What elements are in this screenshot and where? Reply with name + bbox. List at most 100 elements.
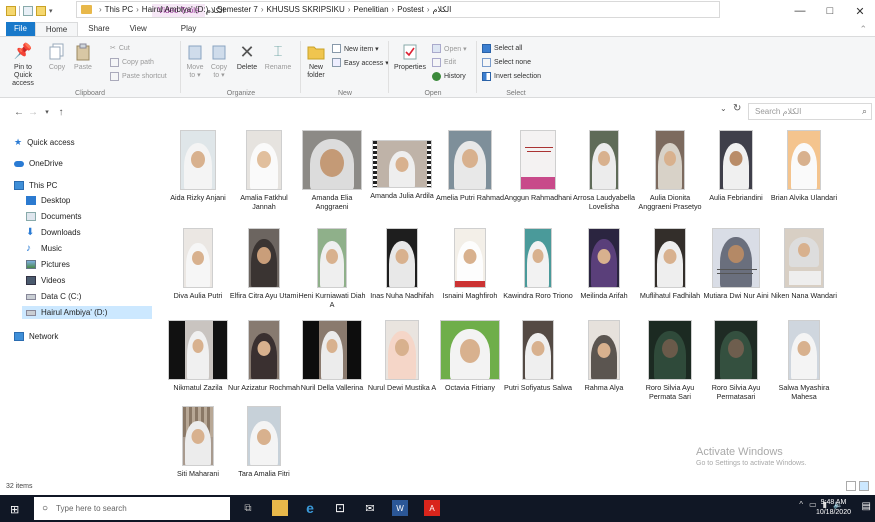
- tab-share[interactable]: Share: [78, 22, 119, 36]
- file-item[interactable]: Elfira Citra Ayu Utami: [228, 228, 300, 300]
- easy-access-button[interactable]: Easy access ▾: [332, 58, 389, 67]
- file-item[interactable]: Amalia Fatkhul Jannah: [228, 130, 300, 211]
- nav-item-drive-c[interactable]: Data C (C:): [26, 290, 81, 303]
- copy-button[interactable]: Copy: [46, 42, 68, 72]
- address-dropdown-icon[interactable]: ⌄: [720, 104, 727, 113]
- breadcrumb-semester-7[interactable]: Semester 7: [217, 5, 258, 14]
- search-input[interactable]: Search الكلام ⌕: [748, 103, 872, 120]
- search-icon[interactable]: ⌕: [862, 106, 867, 117]
- mail-icon[interactable]: ✉: [362, 500, 378, 516]
- file-item[interactable]: Salwa Myashira Mahesa: [768, 320, 840, 401]
- refresh-icon[interactable]: ↻: [733, 103, 741, 114]
- breadcrumb-drive-d[interactable]: Hairul Ambiya' (D:): [142, 5, 208, 14]
- file-item[interactable]: Amanda Julia Ardila: [366, 140, 438, 200]
- tab-home[interactable]: Home: [34, 22, 79, 36]
- back-arrow-icon[interactable]: ←: [12, 107, 26, 118]
- file-item[interactable]: Diva Aulia Putri: [162, 228, 234, 300]
- invert-selection-button[interactable]: Invert selection: [482, 72, 541, 81]
- recent-locations-icon[interactable]: ▾: [40, 108, 54, 116]
- file-item[interactable]: Amanda Elia Anggraeni: [296, 130, 368, 211]
- large-icons-view-icon[interactable]: [859, 481, 869, 491]
- nav-item-music[interactable]: ♪ Music: [26, 242, 62, 255]
- file-item[interactable]: Nur Azizatur Rochmah: [228, 320, 300, 392]
- properties-icon[interactable]: [23, 6, 33, 16]
- file-item[interactable]: Anggun Rahmadhani: [502, 130, 574, 202]
- new-folder-icon[interactable]: [36, 6, 46, 16]
- word-icon[interactable]: W: [392, 500, 408, 516]
- file-item[interactable]: Aida Rizky Anjani: [162, 130, 234, 202]
- file-item[interactable]: Amelia Putri Rahmad: [434, 130, 506, 202]
- close-button[interactable]: ✕: [845, 0, 875, 22]
- tab-play[interactable]: Play: [171, 22, 207, 36]
- file-item[interactable]: Kawindra Roro Triono: [502, 228, 574, 300]
- file-item[interactable]: Tara Amalia Fitri: [228, 406, 300, 478]
- file-item[interactable]: Nuril Della Vallerina: [296, 320, 368, 392]
- file-item[interactable]: Putri Sofiyatus Salwa: [502, 320, 574, 392]
- new-folder-button[interactable]: New folder: [304, 42, 328, 80]
- store-icon[interactable]: ⊡: [332, 500, 348, 516]
- chevron-right-icon[interactable]: ›: [348, 5, 351, 14]
- nav-item-documents[interactable]: Documents: [26, 210, 81, 223]
- file-item[interactable]: Meilinda Arifah: [568, 228, 640, 300]
- nav-item-onedrive[interactable]: OneDrive: [14, 157, 63, 170]
- file-item[interactable]: Aulia Febriandini: [700, 130, 772, 202]
- chevron-up-icon[interactable]: ^: [799, 500, 803, 509]
- up-arrow-icon[interactable]: ↑: [54, 107, 68, 118]
- breadcrumb-this-pc[interactable]: This PC: [105, 5, 133, 14]
- file-item[interactable]: Niken Nana Wandari: [768, 228, 840, 300]
- windows-start-icon[interactable]: ⊞: [10, 503, 19, 516]
- file-explorer-icon[interactable]: [272, 500, 288, 516]
- delete-button[interactable]: ✕ Delete: [234, 42, 260, 72]
- file-item[interactable]: Roro Silvia Ayu Permata Sari: [634, 320, 706, 401]
- file-item[interactable]: Octavia Fitriany: [434, 320, 506, 392]
- customize-qat-icon[interactable]: ▾: [49, 7, 53, 15]
- minimize-button[interactable]: —: [785, 0, 815, 22]
- open-button[interactable]: Open ▾: [432, 44, 467, 53]
- maximize-button[interactable]: □: [815, 0, 845, 22]
- taskbar-search-input[interactable]: ○ Type here to search: [34, 497, 230, 520]
- nav-item-quick-access[interactable]: ★ Quick access: [14, 136, 75, 149]
- ribbon-expand-icon[interactable]: ⌃: [859, 24, 867, 35]
- select-none-button[interactable]: Select none: [482, 58, 531, 67]
- nav-item-videos[interactable]: Videos: [26, 274, 65, 287]
- edge-icon[interactable]: e: [302, 500, 318, 516]
- file-item[interactable]: Isnaini Maghfiroh: [434, 228, 506, 300]
- file-item[interactable]: Arrosa Laudyabella Lovelisha: [568, 130, 640, 211]
- new-item-button[interactable]: New item ▾: [332, 44, 379, 53]
- properties-button[interactable]: Properties: [392, 42, 428, 72]
- chevron-right-icon[interactable]: ›: [427, 5, 430, 14]
- address-bar[interactable]: › This PC › Hairul Ambiya' (D:) › Semest…: [76, 1, 720, 18]
- breadcrumb-postest[interactable]: Postest: [397, 5, 424, 14]
- file-item[interactable]: Brian Alvika Ulandari: [768, 130, 840, 202]
- paste-button[interactable]: Paste: [72, 42, 94, 72]
- edit-button[interactable]: Edit: [432, 58, 456, 67]
- nav-item-pictures[interactable]: Pictures: [26, 258, 70, 271]
- breadcrumb-penelitian[interactable]: Penelitian: [353, 5, 388, 14]
- file-item[interactable]: Mutiara Dwi Nur Aini: [700, 228, 772, 300]
- task-view-icon[interactable]: ⧉: [240, 500, 256, 516]
- file-item[interactable]: Muflihatul Fadhilah: [634, 228, 706, 300]
- copy-path-button[interactable]: Copy path: [110, 58, 154, 67]
- chevron-right-icon[interactable]: ›: [261, 5, 264, 14]
- pdf-icon[interactable]: A: [424, 500, 440, 516]
- history-button[interactable]: History: [432, 72, 466, 81]
- breadcrumb-khusus-skripsiku[interactable]: KHUSUS SKRIPSIKU: [266, 5, 344, 14]
- rename-button[interactable]: ⌶ Rename: [264, 42, 292, 72]
- file-item[interactable]: Nurul Dewi Mustika A: [366, 320, 438, 392]
- notifications-icon[interactable]: ▤: [862, 501, 871, 512]
- details-view-icon[interactable]: [846, 481, 856, 491]
- tab-view[interactable]: View: [120, 22, 157, 36]
- chevron-right-icon[interactable]: ›: [136, 5, 139, 14]
- chevron-right-icon[interactable]: ›: [99, 5, 102, 14]
- taskbar-clock[interactable]: 9:48 AM 10/18/2020: [816, 498, 851, 518]
- chevron-right-icon[interactable]: ›: [392, 5, 395, 14]
- nav-item-downloads[interactable]: ⬇ Downloads: [26, 226, 81, 239]
- file-item[interactable]: Nikmatul Zazila: [162, 320, 234, 392]
- nav-item-network[interactable]: Network: [14, 330, 58, 343]
- pin-to-quick-access-button[interactable]: 📌 Pin to Quick access: [6, 42, 40, 88]
- file-item[interactable]: Heni Kurniawati Diah A: [296, 228, 368, 309]
- nav-item-drive-d[interactable]: Hairul Ambiya' (D:): [22, 306, 152, 319]
- file-item[interactable]: Roro Silvia Ayu Permatasari: [700, 320, 772, 401]
- nav-item-this-pc[interactable]: This PC: [14, 179, 57, 192]
- paste-shortcut-button[interactable]: Paste shortcut: [110, 72, 167, 81]
